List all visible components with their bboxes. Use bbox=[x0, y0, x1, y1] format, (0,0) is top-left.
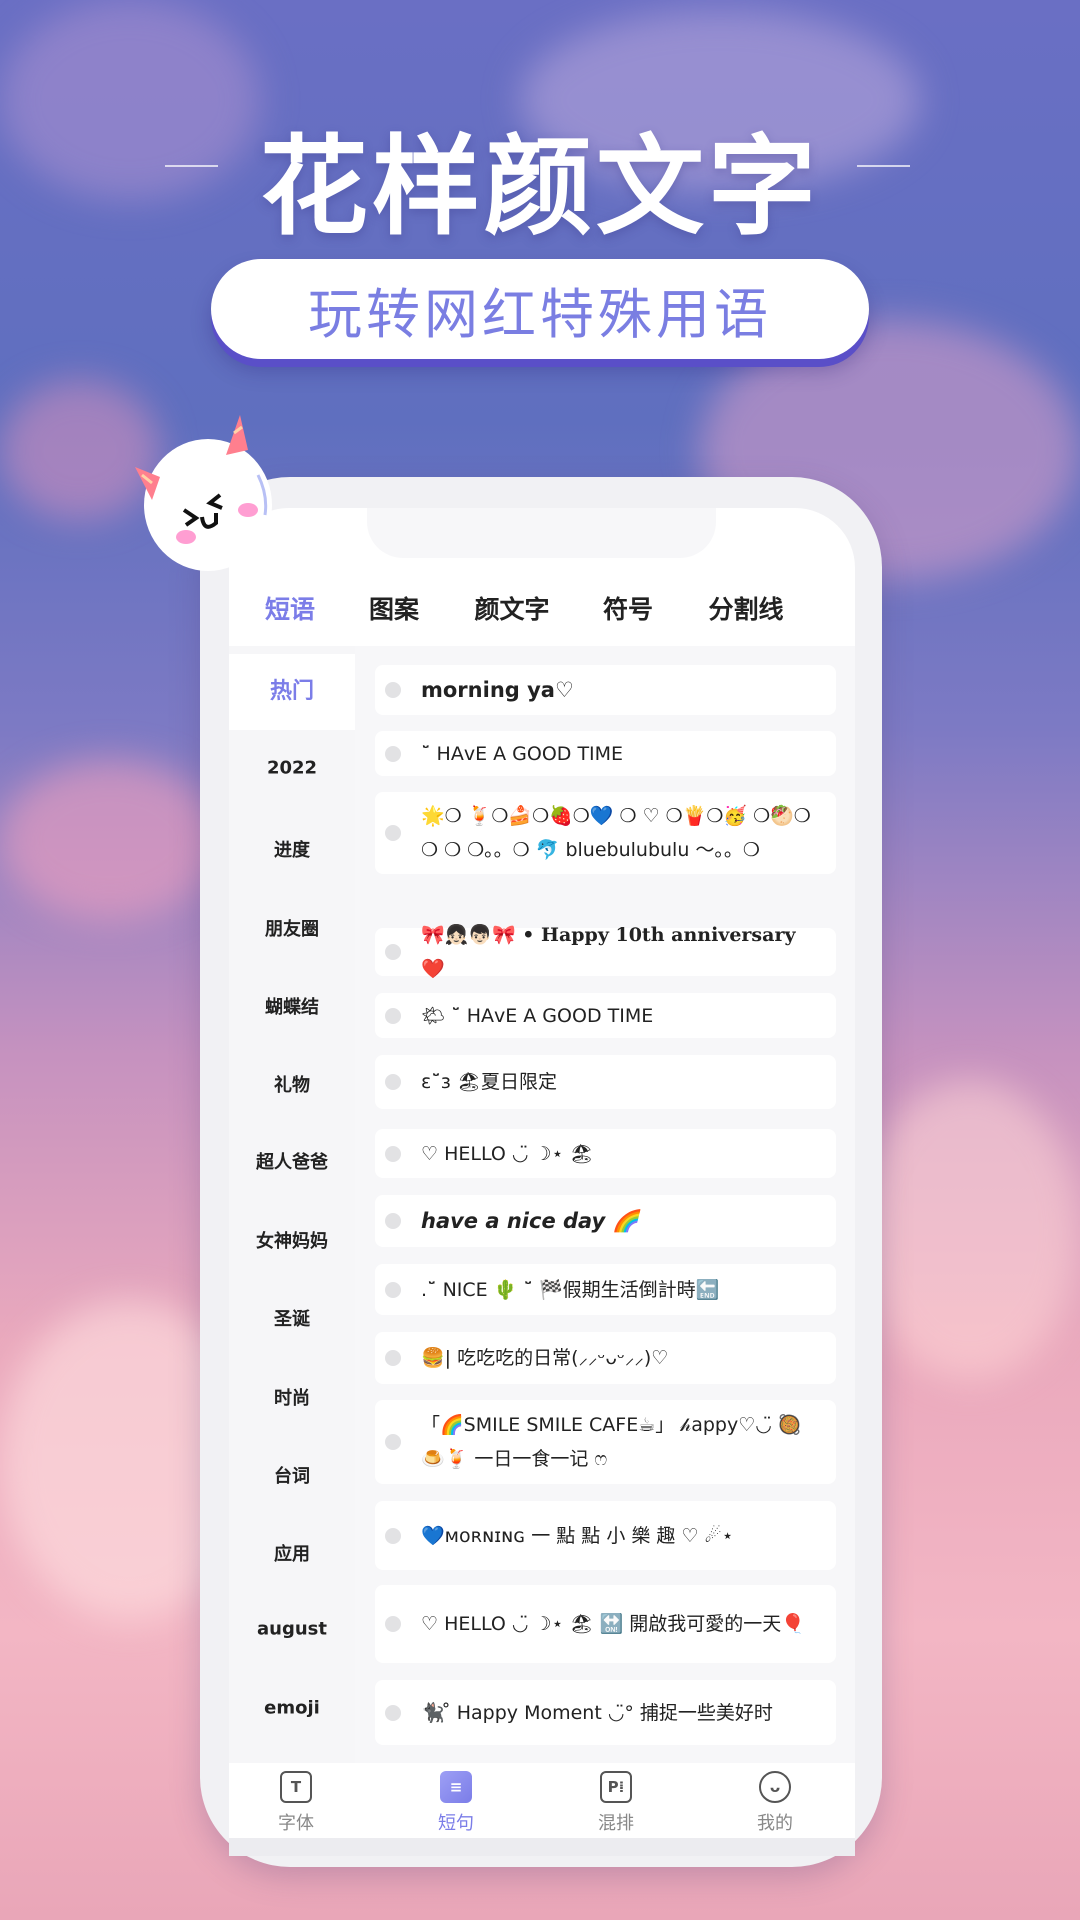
bullet-dot bbox=[385, 1704, 401, 1721]
bullet-dot bbox=[385, 682, 401, 698]
cloud bbox=[860, 1080, 1080, 1380]
bullet-dot bbox=[385, 1434, 401, 1450]
sidebar-item-5[interactable]: 礼物 bbox=[229, 1071, 355, 1097]
bullet-dot bbox=[385, 1213, 401, 1229]
phrase-text: 🌟❍ 🍹❍🍰❍🍓❍💙 ❍ ♡ ❍🍟❍🥳 ❍🥙❍ ❍ ❍ ❍。。❍ 🐬 blueb… bbox=[421, 805, 811, 861]
phrase-card[interactable]: 🌟❍ 🍹❍🍰❍🍓❍💙 ❍ ♡ ❍🍟❍🥳 ❍🥙❍ ❍ ❍ ❍。。❍ 🐬 blueb… bbox=[375, 792, 836, 874]
sidebar-item-3[interactable]: 朋友圈 bbox=[229, 915, 355, 941]
nav-label: 字体 bbox=[278, 1813, 314, 1834]
nav-item-3[interactable]: ᴗ 我的 bbox=[757, 1771, 793, 1835]
phrase-card[interactable]: morning ya♡ bbox=[375, 665, 836, 715]
phrase-card[interactable]: 「🌈SMILE SMILE CAFE☕」 𝒽appy♡◡̈ 🥘 🍮🍹 一日一食一… bbox=[375, 1400, 836, 1484]
bullet-dot bbox=[385, 825, 401, 841]
phone-notch bbox=[367, 508, 716, 558]
sidebar-item-11[interactable]: 应用 bbox=[229, 1540, 355, 1566]
phrase-card[interactable]: 🎀👧🏻👦🏻🎀 • Happy 10th anniversary ❤️ bbox=[375, 924, 836, 980]
phrase-card[interactable]: 💙ᴍᴏʀɴɪɴɢ 一 點 點 小 樂 趣 ♡ ☄︎⋆ bbox=[375, 1501, 836, 1570]
font-icon: T bbox=[280, 1771, 312, 1803]
bullet-dot bbox=[385, 1074, 401, 1090]
nav-label: 我的 bbox=[757, 1813, 793, 1834]
mix-icon: P⁞ bbox=[600, 1771, 632, 1803]
sidebar-item-12[interactable]: august bbox=[229, 1619, 355, 1640]
tab-dividers[interactable]: 分割线 bbox=[708, 590, 783, 626]
tab-kaomoji[interactable]: 颜文字 bbox=[474, 590, 549, 626]
phone-bottom-bezel bbox=[229, 1838, 855, 1856]
sidebar-item-8[interactable]: 圣诞 bbox=[229, 1305, 355, 1331]
phrase-text: 💙ᴍᴏʀɴɪɴɢ 一 點 點 小 樂 趣 ♡ ☄︎⋆ bbox=[421, 1524, 734, 1547]
phrase-text: 🎀👧🏻👦🏻🎀 • Happy 10th anniversary ❤️ bbox=[421, 924, 796, 980]
phrase-text: have a nice day 🌈 bbox=[421, 1209, 639, 1233]
phrase-text: ɛ˘̈ɜ 🏖夏日限定 bbox=[421, 1071, 558, 1093]
sidebar-item-10[interactable]: 台词 bbox=[229, 1462, 355, 1488]
bullet-dot bbox=[385, 1007, 401, 1024]
devil-mascot-icon bbox=[135, 415, 272, 571]
sidebar-item-13[interactable]: emoji bbox=[229, 1698, 355, 1719]
phrase-card[interactable]: .˘̈ NICE 🌵 ˘̈ 🏁假期生活倒計時🔚 bbox=[375, 1264, 836, 1315]
phrase-text: ♡ HELLO ◡̈ ☽⋆ 🏖 🔛 開啟我可愛的一天🎈 bbox=[421, 1613, 805, 1635]
bullet-dot bbox=[385, 1616, 401, 1632]
phrase-text: ♡ HELLO ◡̈ ☽⋆ 🏖 bbox=[421, 1142, 594, 1165]
phrase-card[interactable]: 🐈‍⬛ ̊ Happy Moment ◡̈° 捕捉一些美好时 bbox=[375, 1680, 836, 1745]
phrase-card[interactable]: 🍔| 吃吃吃的日常(⸝⸝ᵕᴗᵕ⸝⸝)♡ bbox=[375, 1332, 836, 1384]
tab-patterns[interactable]: 图案 bbox=[369, 590, 419, 626]
nav-item-2[interactable]: P⁞ 混排 bbox=[598, 1771, 634, 1835]
phrase-card[interactable]: ɛ˘̈ɜ 🏖夏日限定 bbox=[375, 1055, 836, 1109]
phrase-text: 🍔| 吃吃吃的日常(⸝⸝ᵕᴗᵕ⸝⸝)♡ bbox=[421, 1347, 669, 1369]
phrase-text: ˘̈ HAᴠE A GOOD TIME bbox=[421, 742, 624, 765]
phrase-card[interactable]: have a nice day 🌈 bbox=[375, 1195, 836, 1247]
sidebar-item-6[interactable]: 超人爸爸 bbox=[229, 1148, 355, 1174]
bullet-dot bbox=[385, 1281, 401, 1298]
phrase-text: .˘̈ NICE 🌵 ˘̈ 🏁假期生活倒計時🔚 bbox=[421, 1278, 720, 1301]
category-sidebar: 热门 2022 进度朋友圈蝴蝶结礼物超人爸爸女神妈妈圣诞时尚台词应用 august em… bbox=[229, 646, 355, 1763]
phrase-text: 「🌈SMILE SMILE CAFE☕」 𝒽appy♡◡̈ 🥘 🍮🍹 一日一食一… bbox=[421, 1414, 802, 1470]
phrase-card[interactable]: ♡ HELLO ◡̈ ☽⋆ 🏖 bbox=[375, 1129, 836, 1178]
phrase-text: morning ya♡ bbox=[421, 678, 574, 702]
nav-item-0[interactable]: T 字体 bbox=[278, 1771, 314, 1835]
sidebar-item-4[interactable]: 蝴蝶结 bbox=[229, 993, 355, 1019]
sidebar-item-1[interactable]: 2022 bbox=[229, 758, 355, 779]
bottom-nav: T 字体 ≡ 短句 P⁞ 混排 ᴗ 我的 bbox=[229, 1763, 855, 1838]
nav-label: 混排 bbox=[598, 1813, 634, 1834]
bullet-dot bbox=[385, 1350, 401, 1366]
banner-subtitle: 玩转网红特殊用语 bbox=[211, 259, 869, 359]
phrase-card[interactable]: ♡ HELLO ◡̈ ☽⋆ 🏖 🔛 開啟我可愛的一天🎈 bbox=[375, 1585, 836, 1663]
sidebar-item-0[interactable]: 热门 bbox=[229, 654, 355, 730]
sidebar-item-7[interactable]: 女神妈妈 bbox=[229, 1227, 355, 1253]
phrase-list: morning ya♡ ˘̈ HAᴠE A GOOD TIME 🌟❍ 🍹❍🍰❍🍓❍💙… bbox=[355, 646, 855, 1763]
phrase-text: 🐈‍⬛ ̊ Happy Moment ◡̈° 捕捉一些美好时 bbox=[421, 1701, 773, 1724]
bullet-dot bbox=[385, 944, 401, 960]
sidebar-item-2[interactable]: 进度 bbox=[229, 836, 355, 862]
phrase-card[interactable]: ˘̈ HAᴠE A GOOD TIME bbox=[375, 731, 836, 776]
banner-title: 花样颜文字 bbox=[259, 125, 820, 250]
nav-label: 短句 bbox=[438, 1813, 474, 1834]
sidebar-item-9[interactable]: 时尚 bbox=[229, 1384, 355, 1410]
tab-phrases[interactable]: 短语 bbox=[265, 590, 315, 626]
bullet-dot bbox=[385, 745, 401, 762]
cloud bbox=[0, 760, 220, 920]
bear-profile-icon: ᴗ bbox=[759, 1771, 791, 1803]
bullet-dot bbox=[385, 1527, 401, 1544]
phrase-icon: ≡ bbox=[440, 1771, 472, 1803]
tab-symbols[interactable]: 符号 bbox=[603, 590, 653, 626]
phrase-card[interactable]: 🌤 ˘̈ HAᴠE A GOOD TIME bbox=[375, 993, 836, 1038]
bullet-dot bbox=[385, 1145, 401, 1162]
nav-item-1[interactable]: ≡ 短句 bbox=[438, 1771, 474, 1835]
app-screen: 短语 图案 颜文字 符号 分割线 热门 2022 进度朋友圈蝴蝶结礼物超人爸爸女神妈… bbox=[229, 508, 855, 1838]
phrase-text: 🌤 ˘̈ HAᴠE A GOOD TIME bbox=[421, 1004, 654, 1027]
